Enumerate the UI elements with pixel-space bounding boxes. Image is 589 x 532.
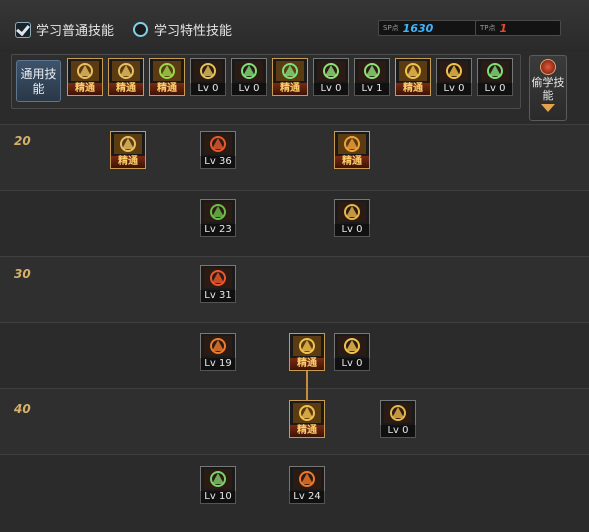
tree-row bbox=[0, 124, 589, 190]
skill-connector-line bbox=[306, 370, 308, 402]
tree-skill-fire-beast-icon[interactable] bbox=[200, 333, 236, 359]
tree-row bbox=[0, 256, 589, 322]
tree-skill-golden-dragon-icon[interactable] bbox=[380, 400, 416, 426]
tree-skill-green-dagger-icon[interactable] bbox=[200, 199, 236, 225]
skill-level-label: Lv 0 bbox=[334, 358, 370, 371]
tree-skill-flame-eye-icon[interactable] bbox=[200, 131, 236, 157]
skill-level-label: 精通 bbox=[272, 83, 308, 96]
skill-level-label: Lv 0 bbox=[231, 83, 267, 96]
learn-normal-option[interactable]: 学习普通技能 bbox=[15, 20, 114, 39]
skill-level-label: Lv 36 bbox=[200, 156, 236, 169]
skill-slot-mastered[interactable]: 精通 bbox=[272, 58, 308, 96]
tp-points-value: 1 bbox=[499, 21, 508, 35]
skill-level-label: Lv 31 bbox=[200, 290, 236, 303]
learn-normal-label: 学习普通技能 bbox=[36, 24, 115, 39]
tree-skill-flame-blast-icon[interactable] bbox=[289, 466, 325, 492]
skill-level-label: Lv 0 bbox=[334, 224, 370, 237]
skill-slot-mastered[interactable]: 精通 bbox=[67, 58, 103, 96]
tree-skill-golden-orb-icon[interactable] bbox=[289, 400, 325, 426]
skill-slot[interactable]: Lv 36 bbox=[200, 131, 236, 169]
top-bar: 学习普通技能 学习特性技能 SP点 1630 TP点 1 bbox=[0, 0, 589, 52]
tree-skill-golden-storm-icon[interactable] bbox=[289, 333, 325, 359]
tp-points-display: TP点 1 bbox=[475, 20, 561, 36]
skill-level-label: 精通 bbox=[67, 83, 103, 96]
skill-level-label: 精通 bbox=[108, 83, 144, 96]
skill-slot-mastered[interactable]: 精通 bbox=[395, 58, 431, 96]
skill-level-label: Lv 0 bbox=[313, 83, 349, 96]
skill-level-label: 精通 bbox=[289, 358, 325, 371]
checkbox-checked-icon[interactable] bbox=[15, 21, 31, 38]
skill-slot-mastered[interactable]: 精通 bbox=[149, 58, 185, 96]
skill-slot[interactable]: Lv 31 bbox=[200, 265, 236, 303]
tree-skill-fire-spear-icon[interactable] bbox=[200, 265, 236, 291]
tree-skill-fire-burst-icon[interactable] bbox=[334, 131, 370, 157]
skill-level-label: Lv 24 bbox=[289, 491, 325, 504]
skill-slot[interactable]: Lv 0 bbox=[334, 333, 370, 371]
skill-slot[interactable]: Lv 0 bbox=[334, 199, 370, 237]
common-skills-label: 通用技能 bbox=[16, 60, 61, 102]
skill-level-label: Lv 10 bbox=[200, 491, 236, 504]
skill-level-label: Lv 1 bbox=[354, 83, 390, 96]
skill-level-label: Lv 23 bbox=[200, 224, 236, 237]
skill-sprint-icon[interactable] bbox=[477, 58, 513, 84]
skill-kick-icon[interactable] bbox=[149, 58, 185, 84]
skill-warrior-icon[interactable] bbox=[313, 58, 349, 84]
chevron-down-icon bbox=[541, 104, 555, 112]
skill-slot-mastered[interactable]: 精通 bbox=[108, 58, 144, 96]
skill-level-label: Lv 0 bbox=[380, 425, 416, 438]
learn-trait-option[interactable]: 学习特性技能 bbox=[133, 20, 232, 39]
skill-level-label: 精通 bbox=[395, 83, 431, 96]
skill-level-label: 精通 bbox=[334, 156, 370, 169]
skill-slot[interactable]: Lv 0 bbox=[436, 58, 472, 96]
skill-slot[interactable]: Lv 0 bbox=[231, 58, 267, 96]
tree-skill-golden-fist-icon[interactable] bbox=[334, 333, 370, 359]
level-marker: 40 bbox=[14, 402, 31, 416]
radio-icon[interactable] bbox=[133, 22, 148, 37]
skill-slot-mastered[interactable]: 精通 bbox=[334, 131, 370, 169]
skill-aim-icon[interactable] bbox=[272, 58, 308, 84]
skill-level-label: 精通 bbox=[289, 425, 325, 438]
skill-level-label: 精通 bbox=[149, 83, 185, 96]
skill-leap-icon[interactable] bbox=[108, 58, 144, 84]
steal-skill-orb-icon bbox=[540, 59, 556, 75]
steal-skills-label: 偷学技能 bbox=[531, 76, 565, 102]
skill-rider-icon[interactable] bbox=[354, 58, 390, 84]
skill-level-label: Lv 0 bbox=[190, 83, 226, 96]
skill-slot-mastered[interactable]: 精通 bbox=[289, 333, 325, 371]
tree-skill-claw-icon[interactable] bbox=[110, 131, 146, 157]
sp-points-label: SP点 bbox=[383, 24, 399, 32]
skill-slot[interactable]: Lv 0 bbox=[380, 400, 416, 438]
tree-row bbox=[0, 190, 589, 256]
level-marker: 30 bbox=[14, 267, 31, 281]
skill-slot[interactable]: Lv 24 bbox=[289, 466, 325, 504]
skill-slot[interactable]: Lv 0 bbox=[313, 58, 349, 96]
sp-points-value: 1630 bbox=[402, 21, 434, 35]
skill-level-label: Lv 0 bbox=[477, 83, 513, 96]
steal-skills-button[interactable]: 偷学技能 bbox=[529, 55, 567, 121]
skill-slot[interactable]: Lv 19 bbox=[200, 333, 236, 371]
skill-slot-mastered[interactable]: 精通 bbox=[110, 131, 146, 169]
skill-target-icon[interactable] bbox=[231, 58, 267, 84]
skill-level-label: 精通 bbox=[110, 156, 146, 169]
skill-slot[interactable]: Lv 1 bbox=[354, 58, 390, 96]
skill-slot[interactable]: Lv 23 bbox=[200, 199, 236, 237]
tp-points-label: TP点 bbox=[480, 24, 496, 32]
skill-slot[interactable]: Lv 10 bbox=[200, 466, 236, 504]
skill-meditate-icon[interactable] bbox=[67, 58, 103, 84]
tree-skill-golden-drill-icon[interactable] bbox=[334, 199, 370, 225]
skill-level-label: Lv 19 bbox=[200, 358, 236, 371]
level-marker: 20 bbox=[14, 134, 31, 148]
skill-slot[interactable]: Lv 0 bbox=[477, 58, 513, 96]
skill-level-label: Lv 0 bbox=[436, 83, 472, 96]
learn-trait-label: 学习特性技能 bbox=[154, 24, 233, 39]
skill-slot[interactable]: Lv 0 bbox=[190, 58, 226, 96]
skill-ring-icon[interactable] bbox=[395, 58, 431, 84]
skill-golden-figure-icon[interactable] bbox=[436, 58, 472, 84]
sp-points-display: SP点 1630 bbox=[378, 20, 478, 36]
tree-skill-green-rune-icon[interactable] bbox=[200, 466, 236, 492]
skill-slot-mastered[interactable]: 精通 bbox=[289, 400, 325, 438]
skill-phoenix-icon[interactable] bbox=[190, 58, 226, 84]
